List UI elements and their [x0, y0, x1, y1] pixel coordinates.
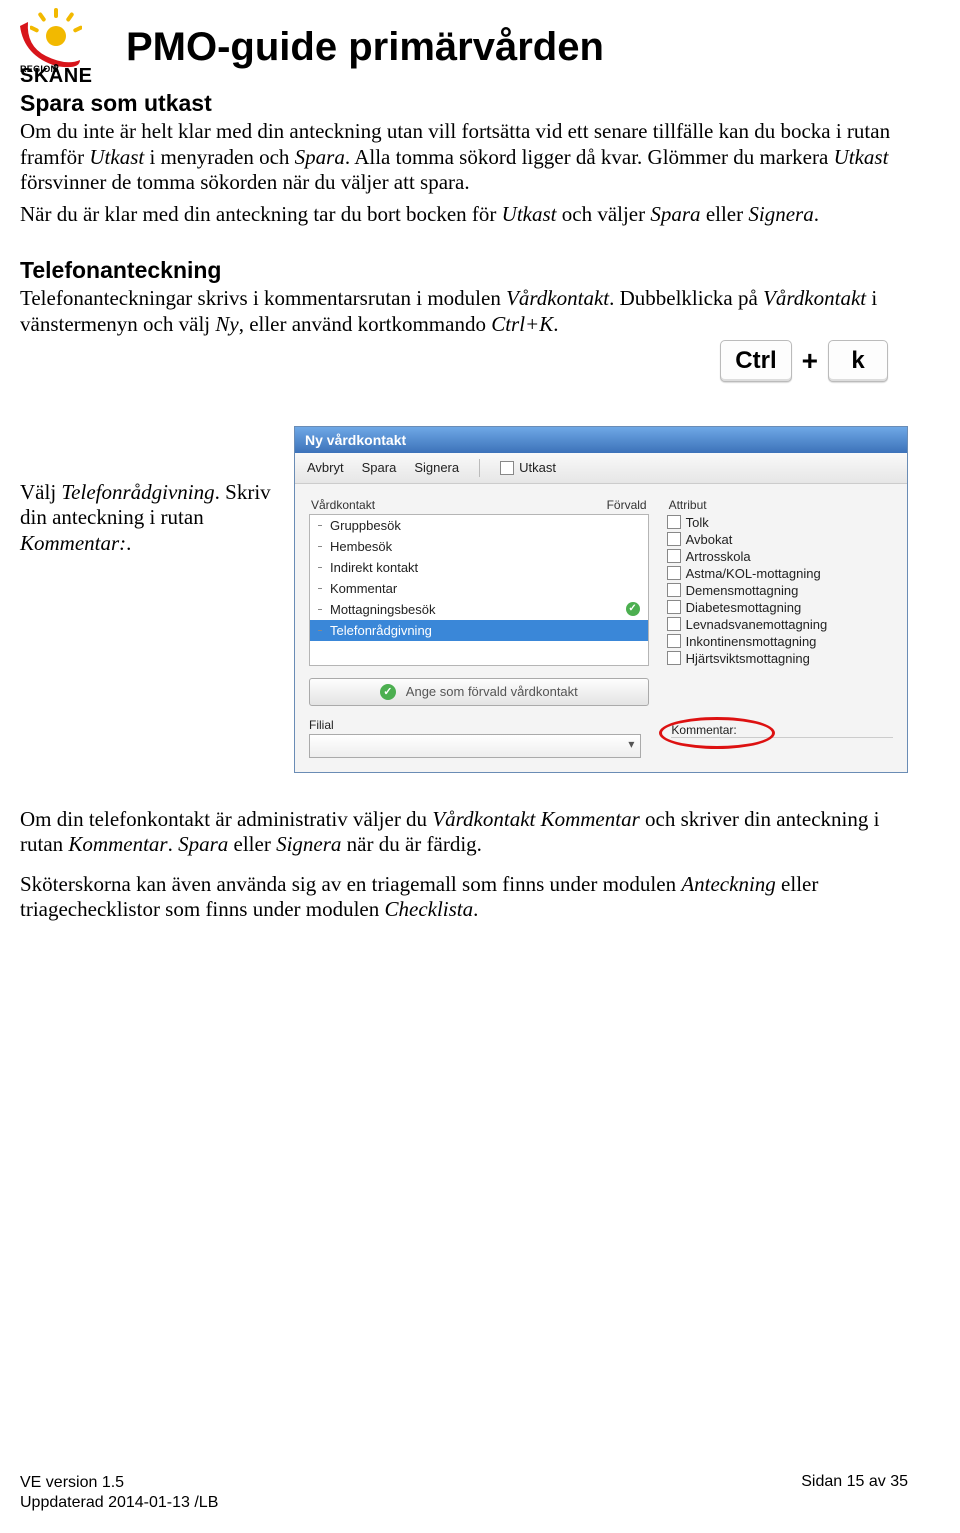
attribut-item[interactable]: Diabetesmottagning	[667, 599, 893, 616]
checkbox-icon	[667, 583, 681, 597]
filial-label: Filial	[309, 718, 641, 732]
skane-logo: REGION SKÅNE	[14, 8, 102, 86]
heading-telefonanteckning: Telefonanteckning	[20, 257, 908, 284]
checkbox-icon	[667, 651, 681, 665]
dialog-toolbar: Avbryt Spara Signera Utkast	[295, 453, 907, 484]
checkbox-icon	[667, 617, 681, 631]
checkbox-icon	[667, 634, 681, 648]
para-telefon: Telefonanteckningar skrivs i kommentarsr…	[20, 286, 908, 337]
attribut-item[interactable]: Tolk	[667, 514, 893, 531]
list-item[interactable]: Indirekt kontakt	[310, 557, 648, 578]
checkbox-icon	[667, 566, 681, 580]
attribut-item[interactable]: Demensmottagning	[667, 582, 893, 599]
attribut-item[interactable]: Hjärtsviktsmottagning	[667, 650, 893, 667]
list-item[interactable]: Kommentar	[310, 578, 648, 599]
toolbar-spara[interactable]: Spara	[362, 460, 397, 475]
heading-spara-som-utkast: Spara som utkast	[20, 90, 908, 117]
vardkontakt-list[interactable]: GruppbesökHembesökIndirekt kontaktKommen…	[309, 514, 649, 666]
page-footer: VE version 1.5 Uppdaterad 2014-01-13 /LB…	[20, 1473, 908, 1513]
keyboard-shortcut-row: Ctrl + k	[20, 340, 908, 382]
figure-caption: Välj Telefonrådgivning. Skriv din anteck…	[20, 426, 282, 557]
footer-updated: Uppdaterad 2014-01-13 /LB	[20, 1493, 218, 1513]
dialog-ny-vardkontakt: Ny vårdkontakt Avbryt Spara Signera Utka…	[294, 426, 908, 773]
forvald-button[interactable]: ✓ Ange som förvald vårdkontakt	[309, 678, 649, 706]
checkbox-icon	[667, 549, 681, 563]
checkbox-icon	[500, 461, 514, 475]
key-ctrl: Ctrl	[720, 340, 791, 382]
attribut-list: TolkAvbokatArtrosskolaAstma/KOL-mottagni…	[667, 514, 893, 667]
list-item[interactable]: Mottagningsbesök✓	[310, 599, 648, 620]
list-item[interactable]: Gruppbesök	[310, 515, 648, 536]
key-k: k	[828, 340, 888, 382]
attribut-item[interactable]: Astma/KOL-mottagning	[667, 565, 893, 582]
attribut-item[interactable]: Levnadsvanemottagning	[667, 616, 893, 633]
list-item[interactable]: Hembesök	[310, 536, 648, 557]
attribut-item[interactable]: Artrosskola	[667, 548, 893, 565]
toolbar-utkast-checkbox[interactable]: Utkast	[500, 460, 556, 475]
filial-select[interactable]	[309, 734, 641, 758]
col-head-vardkontakt: Vårdkontakt	[311, 498, 375, 512]
attribut-item[interactable]: Inkontinensmottagning	[667, 633, 893, 650]
footer-version: VE version 1.5	[20, 1473, 218, 1493]
checkbox-icon	[667, 532, 681, 546]
toolbar-avbryt[interactable]: Avbryt	[307, 460, 344, 475]
para-spara-1: Om du inte är helt klar med din anteckni…	[20, 119, 908, 196]
key-plus: +	[802, 345, 818, 377]
para-after-2: Sköterskorna kan även använda sig av en …	[20, 872, 908, 923]
col-head-attribut: Attribut	[669, 498, 707, 512]
logo-skane-text: SKÅNE	[20, 65, 93, 88]
document-title: PMO-guide primärvården	[126, 25, 604, 70]
list-item[interactable]: Telefonrådgivning	[310, 620, 648, 641]
toolbar-signera[interactable]: Signera	[414, 460, 459, 475]
para-after-1: Om din telefonkontakt är administrativ v…	[20, 807, 908, 858]
check-circle-icon: ✓	[626, 602, 640, 616]
footer-page-number: Sidan 15 av 35	[801, 1473, 908, 1513]
check-circle-icon: ✓	[380, 684, 396, 700]
checkbox-icon	[667, 600, 681, 614]
attribut-item[interactable]: Avbokat	[667, 531, 893, 548]
dialog-title: Ny vårdkontakt	[295, 427, 907, 453]
para-spara-2: När du är klar med din anteckning tar du…	[20, 202, 908, 228]
col-head-forvald: Förvald	[607, 498, 647, 512]
checkbox-icon	[667, 515, 681, 529]
